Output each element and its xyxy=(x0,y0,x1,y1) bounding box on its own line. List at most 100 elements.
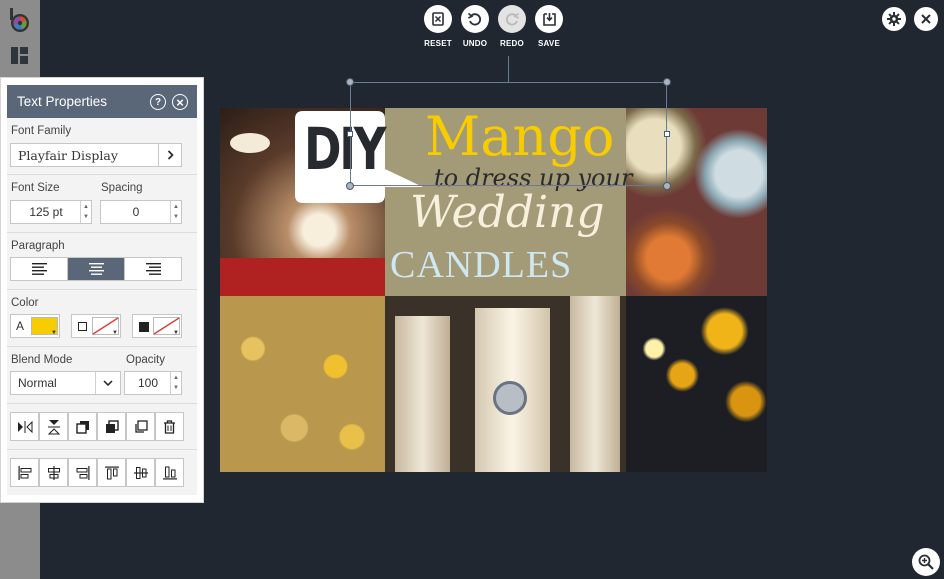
dropdown-arrow-icon: ▼ xyxy=(51,330,57,336)
align-objects-center-icon xyxy=(47,465,60,480)
photo-pillar-candles[interactable] xyxy=(385,296,626,472)
font-size-stepper[interactable]: ▲ ▼ xyxy=(80,201,91,223)
align-objects-right-button[interactable] xyxy=(68,458,97,487)
resize-handle-bottom-left[interactable] xyxy=(346,182,354,190)
align-objects-middle-icon xyxy=(133,466,148,479)
size-spacing-section: Font Size Spacing 125 pt ▲ ▼ 0 ▲ ▼ xyxy=(7,175,197,233)
candles-text[interactable]: CANDLES xyxy=(390,246,572,284)
bring-forward-button[interactable] xyxy=(97,412,126,441)
resize-handle-top-left[interactable] xyxy=(346,78,354,86)
reset-button[interactable]: RESET xyxy=(424,5,452,48)
undo-label: UNDO xyxy=(462,39,488,48)
panel-header: Text Properties ? × xyxy=(7,85,197,118)
photo-yellow-flowers[interactable] xyxy=(626,296,767,472)
undo-icon xyxy=(461,5,489,33)
text-properties-panel: Text Properties ? × Font Family Playfair… xyxy=(0,77,204,503)
stroke-color-picker[interactable]: ▼ xyxy=(71,314,121,338)
opacity-input[interactable]: 100 ▲ ▼ xyxy=(124,371,182,395)
align-objects-left-button[interactable] xyxy=(10,458,39,487)
align-objects-bottom-icon xyxy=(162,466,177,479)
bring-forward-icon xyxy=(105,419,119,433)
wedding-text[interactable]: Wedding xyxy=(410,191,605,235)
undo-button[interactable]: UNDO xyxy=(461,5,489,48)
flip-vertical-button[interactable] xyxy=(39,412,68,441)
font-family-label: Font Family xyxy=(11,125,72,137)
align-left-button[interactable] xyxy=(10,257,68,281)
photo-chickpea-salad[interactable] xyxy=(220,296,385,472)
font-family-section: Font Family Playfair Display xyxy=(7,118,197,175)
save-label: SAVE xyxy=(538,39,560,48)
send-backward-button[interactable] xyxy=(68,412,97,441)
font-size-value: 125 pt xyxy=(29,205,63,219)
chevron-down-icon xyxy=(95,372,120,394)
send-backward-icon xyxy=(75,420,89,434)
panel-title: Text Properties xyxy=(17,94,108,109)
layout-icon[interactable] xyxy=(11,47,28,64)
resize-handle-bottom-right[interactable] xyxy=(663,182,671,190)
settings-button[interactable] xyxy=(882,7,906,31)
paragraph-label: Paragraph xyxy=(11,240,65,252)
blend-opacity-section: Blend Mode Opacity Normal 100 ▲ ▼ xyxy=(7,347,197,404)
align-objects-top-icon xyxy=(104,466,119,479)
align-center-icon xyxy=(88,263,104,275)
help-button[interactable]: ? xyxy=(150,94,166,110)
duplicate-button[interactable] xyxy=(126,412,155,441)
opacity-stepper[interactable]: ▲ ▼ xyxy=(170,372,181,394)
dropdown-arrow-icon: ▼ xyxy=(112,330,118,336)
blend-mode-label: Blend Mode xyxy=(11,354,73,366)
duplicate-icon xyxy=(134,419,148,433)
fill-icon xyxy=(139,322,149,332)
align-right-icon xyxy=(145,263,161,275)
spacing-stepper[interactable]: ▲ ▼ xyxy=(170,201,181,223)
font-size-label: Font Size xyxy=(11,182,60,194)
font-family-value: Playfair Display xyxy=(18,147,118,163)
align-objects-middle-button[interactable] xyxy=(126,458,155,487)
close-editor-button[interactable] xyxy=(914,7,938,31)
font-size-input[interactable]: 125 pt ▲ ▼ xyxy=(10,200,92,224)
blend-mode-value: Normal xyxy=(18,376,57,390)
align-section xyxy=(7,450,197,495)
align-objects-center-button[interactable] xyxy=(39,458,68,487)
align-objects-bottom-button[interactable] xyxy=(155,458,184,487)
opacity-label: Opacity xyxy=(126,354,165,366)
color-section: Color A ▼ ▼ ▼ xyxy=(7,290,197,347)
resize-handle-left[interactable] xyxy=(347,131,353,137)
paragraph-section: Paragraph xyxy=(7,233,197,290)
gear-icon xyxy=(887,12,901,26)
align-right-button[interactable] xyxy=(124,257,182,281)
save-button[interactable]: SAVE xyxy=(535,5,563,48)
align-center-button[interactable] xyxy=(67,257,125,281)
help-icon: ? xyxy=(154,96,162,108)
zoom-in-icon xyxy=(918,554,934,570)
resize-handle-right[interactable] xyxy=(664,131,670,137)
spacing-label: Spacing xyxy=(101,182,143,194)
align-objects-left-icon xyxy=(18,465,31,480)
spacing-input[interactable]: 0 ▲ ▼ xyxy=(100,200,182,224)
close-icon xyxy=(921,14,931,24)
font-family-field[interactable]: Playfair Display xyxy=(10,143,159,167)
redo-button[interactable]: REDO xyxy=(498,5,526,48)
redo-icon xyxy=(498,5,526,33)
text-color-picker[interactable]: A ▼ xyxy=(10,314,60,338)
text-color-glyph: A xyxy=(16,319,25,333)
font-family-picker-button[interactable] xyxy=(158,143,182,167)
arrange-section xyxy=(7,404,197,450)
flip-horizontal-button[interactable] xyxy=(10,412,39,441)
blend-mode-select[interactable]: Normal xyxy=(10,371,121,395)
align-objects-top-button[interactable] xyxy=(97,458,126,487)
resize-handle-top-right[interactable] xyxy=(663,78,671,86)
align-objects-right-icon xyxy=(76,465,89,480)
zoom-button[interactable] xyxy=(912,548,940,576)
panel-close-button[interactable]: × xyxy=(172,94,188,110)
background-color-picker[interactable]: ▼ xyxy=(132,314,182,338)
reset-icon xyxy=(424,5,452,33)
rotate-connector xyxy=(508,56,509,82)
text-selection-box[interactable] xyxy=(350,82,667,186)
app-logo-icon[interactable] xyxy=(8,8,32,34)
trash-icon xyxy=(164,419,175,434)
delete-button[interactable] xyxy=(155,412,184,441)
opacity-value: 100 xyxy=(137,376,159,390)
redo-label: REDO xyxy=(500,39,524,48)
chevron-right-icon xyxy=(167,150,174,160)
save-icon xyxy=(535,5,563,33)
